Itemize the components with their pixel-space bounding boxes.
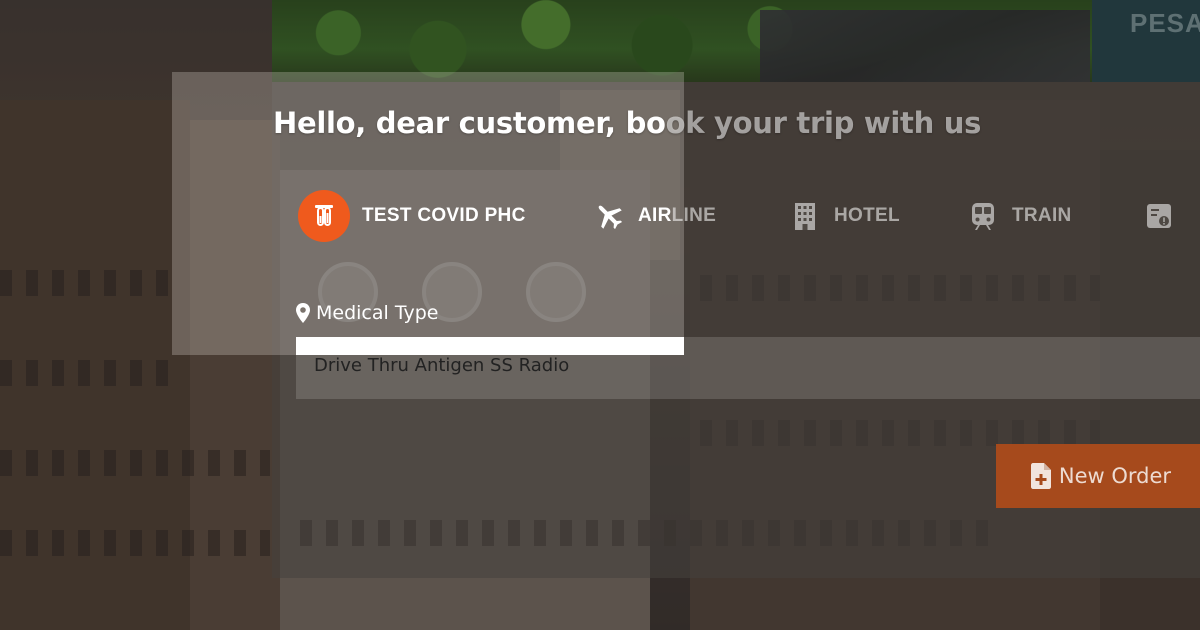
tab-hotel[interactable]: HOTEL xyxy=(788,190,900,242)
tab-airline[interactable]: AIRLINE xyxy=(592,190,716,242)
tab-train-label: TRAIN xyxy=(1012,205,1072,226)
tab-test-covid-label: TEST COVID PHC xyxy=(362,205,526,226)
tab-test-covid[interactable]: TEST COVID PHC xyxy=(298,190,526,242)
select-highlight-strip xyxy=(296,337,684,355)
new-order-label: New Order xyxy=(1058,464,1172,488)
page-title: Hello, dear customer, book your trip wit… xyxy=(273,106,981,140)
tab-airline-label-bright: AIR xyxy=(638,205,672,226)
tab-ticket[interactable] xyxy=(1142,190,1176,242)
tab-airline-label: AIRLINE xyxy=(638,205,716,227)
train-icon xyxy=(966,199,1000,233)
medical-type-value: Drive Thru Antigen SS Radio xyxy=(314,355,570,376)
airplane-icon xyxy=(592,199,626,233)
tab-hotel-label: HOTEL xyxy=(834,205,900,226)
test-tube-icon xyxy=(298,190,350,242)
map-pin-icon xyxy=(296,303,310,323)
title-fade: ok your trip with us xyxy=(665,106,982,140)
building-icon xyxy=(788,199,822,233)
medical-type-label: Medical Type xyxy=(296,302,438,324)
new-order-button[interactable]: New Order xyxy=(996,444,1200,508)
medical-type-label-text: Medical Type xyxy=(316,302,439,324)
title-main: Hello, dear customer, bo xyxy=(273,106,666,140)
tab-airline-label-fade: LINE xyxy=(671,205,717,226)
file-add-icon xyxy=(1030,463,1051,489)
ticket-icon xyxy=(1142,199,1176,233)
tab-train[interactable]: TRAIN xyxy=(966,190,1072,242)
